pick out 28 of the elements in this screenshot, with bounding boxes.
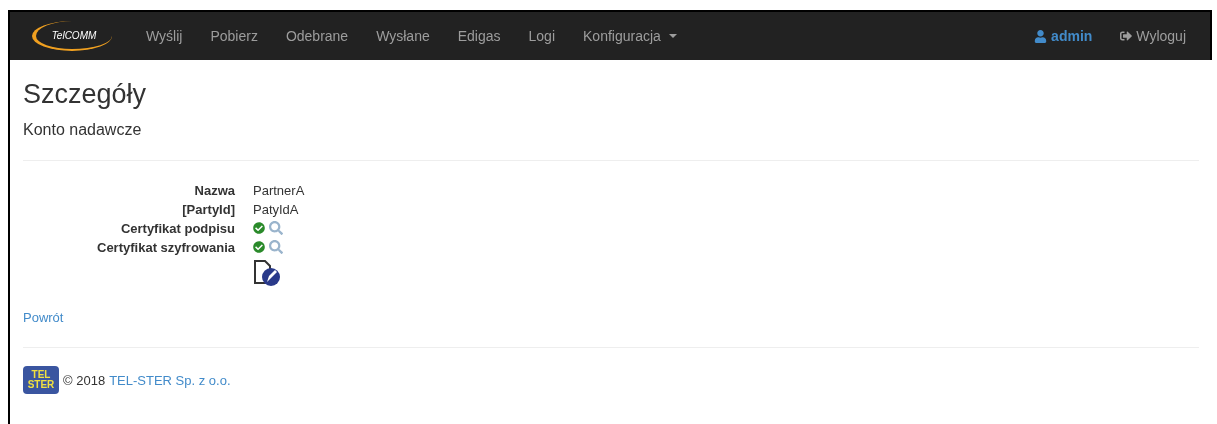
page-subtitle: Konto nadawcze <box>23 119 143 140</box>
logout-icon <box>1120 30 1133 42</box>
user-icon <box>1034 29 1048 43</box>
nav-link[interactable]: Edigas <box>443 25 515 47</box>
nav-link[interactable]: Wyślij <box>132 25 197 47</box>
nav-link[interactable]: Odebrane <box>271 25 363 47</box>
detail-value: PatyIdA <box>253 200 300 219</box>
search-icon[interactable] <box>269 240 283 255</box>
detail-label: Nazwa <box>193 181 235 200</box>
detail-label: Certyfikat szyfrowania <box>96 238 235 257</box>
company-link[interactable]: TEL-STER Sp. z o.o. <box>109 370 231 390</box>
telster-logo: TEL STER <box>23 366 59 395</box>
page-title: Szczegóły <box>23 78 148 111</box>
edit-document-icon[interactable] <box>253 259 281 286</box>
copyright-text: © 2018 <box>63 371 106 390</box>
telcomm-logo[interactable]: TelCOMM <box>32 21 112 51</box>
nav-link[interactable]: Logi <box>514 25 569 47</box>
nav-link[interactable]: Wysłane <box>362 25 444 47</box>
detail-value: PartnerA <box>253 181 306 200</box>
nav-link[interactable]: Pobierz <box>196 25 272 47</box>
search-icon[interactable] <box>269 221 283 236</box>
caret-icon <box>668 34 677 38</box>
nav-link[interactable]: Konfiguracja <box>569 25 691 47</box>
detail-label: [PartyId] <box>181 200 235 219</box>
detail-label: Certyfikat podpisu <box>119 219 235 238</box>
user-link[interactable]: admin <box>1020 25 1107 47</box>
logout-link[interactable]: Wyloguj <box>1106 25 1200 47</box>
back-link[interactable]: Powrót <box>23 307 1199 328</box>
